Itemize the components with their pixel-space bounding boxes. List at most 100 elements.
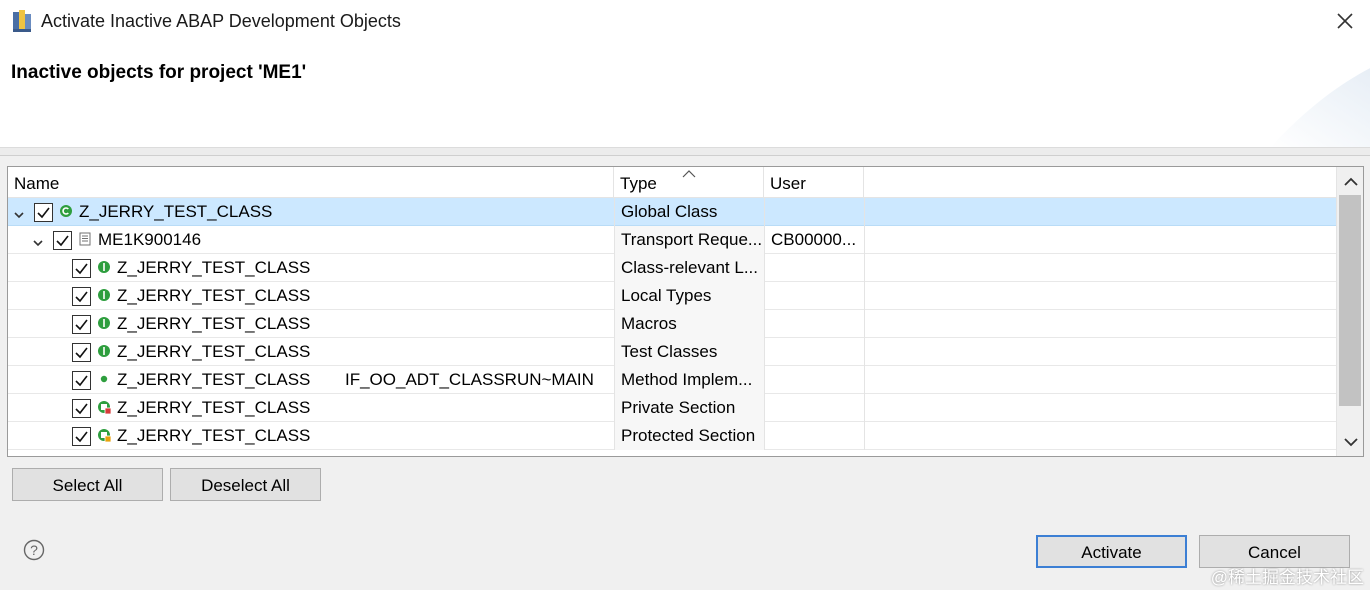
column-header-type[interactable]: Type (614, 167, 764, 198)
table-row[interactable]: Z_JERRY_TEST_CLASS Macros (8, 310, 1338, 338)
table-row[interactable]: Z_JERRY_TEST_CLASS Private Section (8, 394, 1338, 422)
checkmark-icon (75, 291, 88, 303)
object-name: Z_JERRY_TEST_CLASS (117, 286, 311, 305)
eclipse-app-icon (13, 10, 31, 32)
table-row[interactable]: Z_JERRY_TEST_CLASS Local Types (8, 282, 1338, 310)
header-decoration (1270, 68, 1370, 147)
row-checkbox[interactable] (72, 371, 91, 390)
object-type: Transport Reque... (614, 226, 764, 254)
chevron-down-icon[interactable] (14, 207, 24, 219)
object-name: Z_JERRY_TEST_CLASS (117, 426, 311, 445)
checkmark-icon (75, 319, 88, 331)
inactive-objects-table: Name Type User Z_JERRY_TEST_CLASS Global … (7, 166, 1364, 457)
column-divider (864, 338, 865, 366)
table-row[interactable]: Z_JERRY_TEST_CLASS Global Class (8, 198, 1338, 226)
window-title: Activate Inactive ABAP Development Objec… (41, 11, 401, 31)
dialog-header: Inactive objects for project 'ME1' (0, 44, 1370, 148)
select-all-button[interactable]: Select All (12, 468, 163, 501)
column-header-user[interactable]: User (764, 167, 864, 198)
row-checkbox[interactable] (34, 203, 53, 222)
chevron-up-icon[interactable] (1344, 177, 1358, 187)
deselect-all-button[interactable]: Deselect All (170, 468, 321, 501)
protected-section-icon (97, 428, 112, 443)
include-icon (97, 260, 111, 274)
table-row[interactable]: Z_JERRY_TEST_CLASS Test Classes (8, 338, 1338, 366)
object-type: Test Classes (614, 338, 764, 366)
svg-text:?: ? (30, 542, 38, 558)
vertical-scrollbar[interactable] (1336, 167, 1363, 456)
row-checkbox[interactable] (72, 287, 91, 306)
object-type: Protected Section (614, 422, 764, 450)
row-checkbox[interactable] (72, 399, 91, 418)
table-row[interactable]: Z_JERRY_TEST_CLASS IF_OO_ADT_CLASSRUN~MAI… (8, 366, 1338, 394)
include-icon (97, 288, 111, 302)
object-type: Macros (614, 310, 764, 338)
scrollbar-thumb[interactable] (1339, 195, 1361, 406)
object-user (764, 282, 864, 310)
object-name: ME1K900146 (98, 230, 202, 249)
table-body: Z_JERRY_TEST_CLASS Global Class ME1K900146… (8, 198, 1338, 450)
object-name: Z_JERRY_TEST_CLASS (117, 370, 311, 389)
column-divider (864, 198, 865, 226)
object-detail: IF_OO_ADT_CLASSRUN~MAIN (345, 370, 594, 389)
checkmark-icon (75, 375, 88, 387)
title-bar: Activate Inactive ABAP Development Objec… (0, 0, 1370, 44)
column-divider (864, 254, 865, 282)
row-checkbox[interactable] (72, 343, 91, 362)
page-title: Inactive objects for project 'ME1' (11, 62, 307, 83)
table-row[interactable]: Z_JERRY_TEST_CLASS Protected Section (8, 422, 1338, 450)
object-name: Z_JERRY_TEST_CLASS (117, 258, 311, 277)
checkmark-icon (37, 207, 50, 219)
column-header-name[interactable]: Name (8, 167, 614, 198)
object-type: Private Section (614, 394, 764, 422)
column-divider (864, 366, 865, 394)
object-name: Z_JERRY_TEST_CLASS (79, 202, 273, 221)
include-icon (97, 316, 111, 330)
table-row[interactable]: ME1K900146 Transport Reque... CB00000... (8, 226, 1338, 254)
object-user (764, 422, 864, 450)
checkmark-icon (75, 403, 88, 415)
column-divider (864, 394, 865, 422)
object-name: Z_JERRY_TEST_CLASS (117, 342, 311, 361)
column-header-type-label: Type (620, 174, 657, 193)
object-name: Z_JERRY_TEST_CLASS (117, 398, 311, 417)
object-user (764, 198, 864, 226)
include-icon (97, 344, 111, 358)
activate-button[interactable]: Activate (1036, 535, 1187, 568)
object-user (764, 310, 864, 338)
row-checkbox[interactable] (53, 231, 72, 250)
header-separator (0, 148, 1370, 156)
checkmark-icon (75, 263, 88, 275)
object-type: Global Class (614, 198, 764, 226)
row-checkbox[interactable] (72, 259, 91, 278)
object-type: Method Implem... (614, 366, 764, 394)
object-user (764, 394, 864, 422)
object-user: CB00000... (764, 226, 864, 254)
table-header: Name Type User (8, 167, 1338, 198)
chevron-down-icon[interactable] (33, 235, 43, 247)
chevron-down-icon[interactable] (1344, 437, 1358, 447)
row-checkbox[interactable] (72, 427, 91, 446)
object-type: Local Types (614, 282, 764, 310)
column-divider (864, 226, 865, 254)
checkmark-icon (75, 431, 88, 443)
checkmark-icon (56, 235, 69, 247)
column-divider (864, 310, 865, 338)
close-icon[interactable] (1332, 8, 1358, 34)
column-divider (864, 422, 865, 450)
object-name: Z_JERRY_TEST_CLASS (117, 314, 311, 333)
table-row[interactable]: Z_JERRY_TEST_CLASS Class-relevant L... (8, 254, 1338, 282)
help-icon[interactable]: ? (23, 539, 45, 561)
object-user (764, 366, 864, 394)
sort-ascending-icon (682, 170, 696, 178)
object-type: Class-relevant L... (614, 254, 764, 282)
row-checkbox[interactable] (72, 315, 91, 334)
class-icon (59, 204, 73, 218)
column-divider (864, 282, 865, 310)
checkmark-icon (75, 347, 88, 359)
watermark: @稀土掘金技术社区 (1210, 568, 1364, 587)
object-user (764, 338, 864, 366)
private-section-icon (97, 400, 112, 415)
method-icon (97, 372, 111, 386)
object-user (764, 254, 864, 282)
